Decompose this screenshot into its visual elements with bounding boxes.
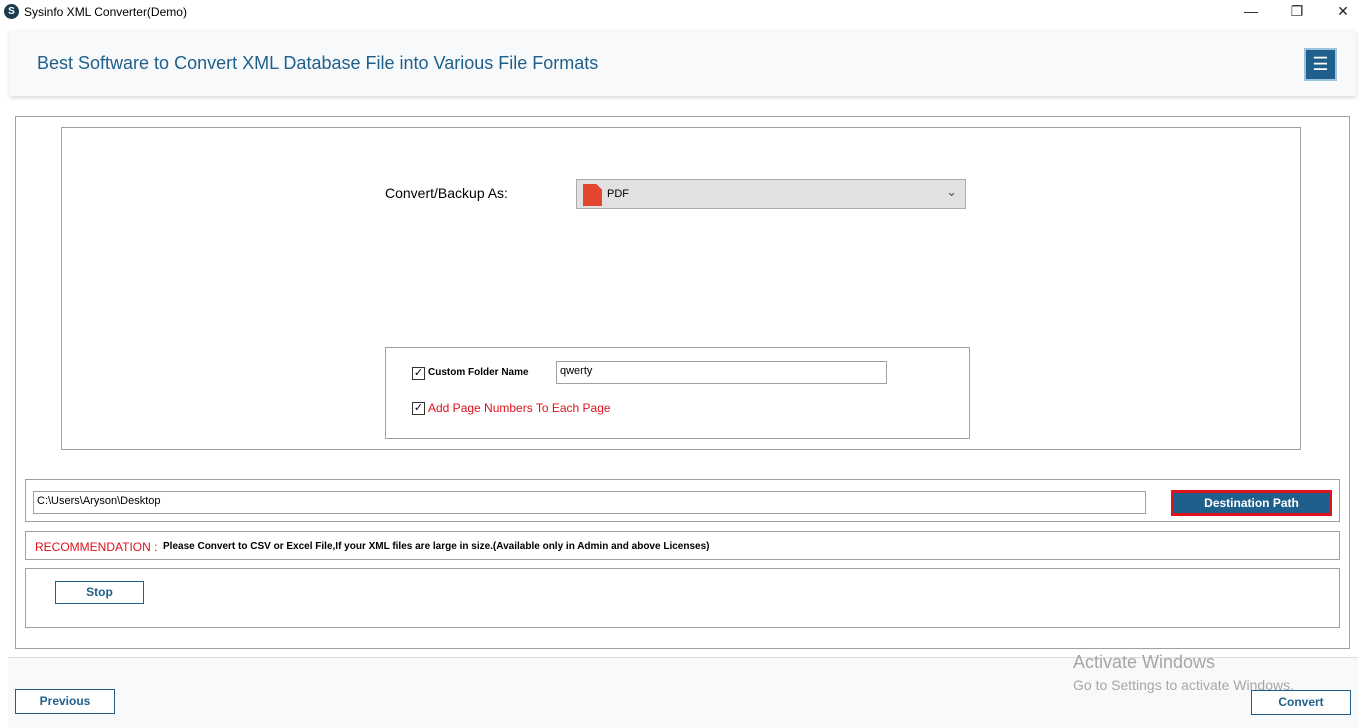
menu-icon[interactable]: ☰	[1304, 48, 1337, 81]
chevron-down-icon: ⌄	[946, 184, 957, 199]
custom-folder-input[interactable]: qwerty	[556, 361, 887, 384]
format-select[interactable]: PDF ⌄	[576, 179, 966, 209]
app-title: Sysinfo XML Converter(Demo)	[24, 5, 187, 19]
previous-button[interactable]: Previous	[15, 689, 115, 714]
destination-path-button[interactable]: Destination Path	[1171, 490, 1332, 516]
app-logo-icon: S	[4, 4, 19, 19]
page-numbers-label: Add Page Numbers To Each Page	[428, 401, 611, 415]
close-button[interactable]: ✕	[1320, 0, 1366, 24]
progress-panel	[25, 568, 1340, 628]
custom-folder-label: Custom Folder Name	[428, 367, 529, 378]
activation-watermark-title: Activate Windows	[1073, 652, 1216, 672]
activation-watermark-subtitle: Go to Settings to activate Windows.	[1073, 677, 1294, 693]
maximize-button[interactable]: ❐	[1274, 0, 1320, 24]
recommendation-text: Please Convert to CSV or Excel File,If y…	[163, 541, 710, 552]
custom-folder-checkbox[interactable]: ✓	[412, 367, 425, 380]
header: Best Software to Convert XML Database Fi…	[10, 30, 1356, 96]
recommendation-label: RECOMMENDATION :	[35, 540, 158, 554]
convert-button[interactable]: Convert	[1251, 690, 1351, 715]
convert-label: Convert/Backup As:	[385, 185, 508, 201]
minimize-button[interactable]: —	[1228, 0, 1274, 24]
format-selected: PDF	[607, 188, 629, 200]
options-panel: ✓ Custom Folder Name qwerty ✓ Add Page N…	[385, 347, 970, 439]
page-numbers-checkbox[interactable]: ✓	[412, 402, 425, 415]
destination-path-input[interactable]: C:\Users\Aryson\Desktop	[33, 491, 1146, 514]
title-bar: S Sysinfo XML Converter(Demo) — ❐ ✕	[0, 0, 1366, 24]
header-title: Best Software to Convert XML Database Fi…	[37, 53, 599, 73]
recommendation-panel: RECOMMENDATION : Please Convert to CSV o…	[25, 531, 1340, 560]
pdf-icon	[583, 184, 602, 206]
stop-button[interactable]: Stop	[55, 581, 144, 604]
